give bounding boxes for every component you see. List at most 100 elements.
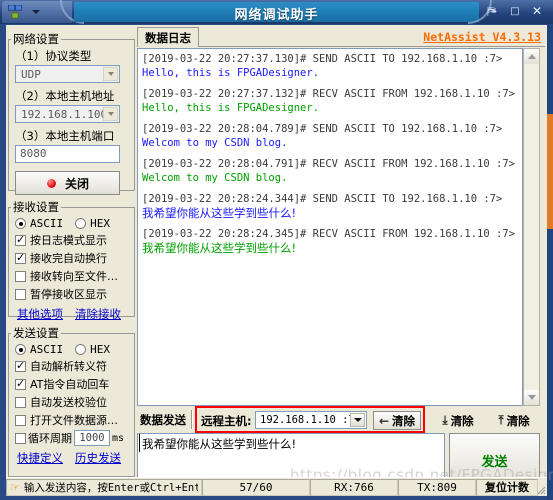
clear-receive-label: 清除	[450, 413, 474, 428]
protocol-type-label: （1）协议类型	[15, 49, 92, 63]
log-entry-body: 我希望你能从这些学到些什么!	[142, 206, 297, 220]
clear-receive-button[interactable]: ⤓ 清除	[432, 411, 484, 430]
log-entry-header: [2019-03-22 20:27:37.132]# RECV ASCII FR…	[142, 88, 515, 100]
clear-host-label: 清除	[392, 413, 416, 428]
send-loop-input[interactable]: 1000	[74, 430, 110, 446]
status-hint-cell: ☞ 输入发送内容，按Enter或Ctrl+Enter自	[6, 478, 202, 496]
status-tx-cell: TX:809	[398, 478, 476, 496]
receive-pause-row[interactable]: 暂停接收区显示	[15, 286, 134, 302]
window-controls: – □ ✕	[486, 4, 548, 20]
send-loop-row[interactable]: 循环周期 1000 ms	[15, 430, 134, 446]
send-history-link[interactable]: 历史发送	[75, 450, 121, 466]
log-entry-header: [2019-03-22 20:28:04.789]# SEND ASCII TO…	[142, 123, 503, 135]
send-escape-checkbox[interactable]	[15, 359, 26, 372]
status-hint-text: 输入发送内容，按Enter或Ctrl+Enter自	[23, 481, 198, 494]
close-button[interactable]: ✕	[529, 4, 545, 20]
other-options-link[interactable]: 其他选项	[17, 306, 63, 322]
protocol-type-select[interactable]: UDP	[15, 65, 120, 83]
send-at-cr-checkbox[interactable]	[15, 377, 26, 390]
local-address-value: 192.168.1.100	[21, 107, 108, 121]
log-entry-header: [2019-03-22 20:28:24.344]# SEND ASCII TO…	[142, 193, 503, 205]
log-entry-header: [2019-03-22 20:28:04.791]# RECV ASCII FR…	[142, 158, 515, 170]
log-content: [2019-03-22 20:27:37.130]# SEND ASCII TO…	[138, 49, 522, 255]
version-label[interactable]: NetAssist V4.3.13	[423, 30, 541, 44]
receive-format-row: ASCII HEX	[15, 217, 134, 230]
arrow-up-icon: ⤒	[498, 413, 504, 427]
tab-data-log[interactable]: 数据日志	[137, 27, 199, 47]
resize-grip-icon[interactable]	[534, 483, 546, 495]
send-file-source-checkbox[interactable]	[15, 414, 26, 426]
status-counter-cell: 57/60	[202, 478, 310, 496]
scroll-down-button[interactable]	[524, 390, 539, 405]
send-settings-group: 发送设置 ASCII HEX 自动解析转义符 AT指令自动回车	[8, 325, 135, 477]
receive-ascii-label: ASCII	[30, 217, 64, 230]
receive-auto-newline-checkbox[interactable]	[15, 251, 26, 264]
send-file-source-row[interactable]: 打开文件数据源…	[15, 412, 134, 428]
local-address-select[interactable]: 192.168.1.100	[15, 105, 120, 123]
shortcut-define-link[interactable]: 快捷定义	[17, 450, 63, 466]
receive-pause-label: 暂停接收区显示	[30, 288, 107, 301]
receive-links-row: 其他选项 清除接收	[17, 306, 134, 322]
receive-hex-radio[interactable]	[75, 218, 87, 229]
receive-auto-newline-row[interactable]: 接收完自动换行	[15, 250, 134, 266]
send-control-bar: 数据发送 远程主机: 192.168.1.10 :7 ← 清除 ⤓ 清除 ⤒ 清…	[137, 406, 545, 433]
receive-pause-checkbox[interactable]	[15, 288, 26, 300]
send-escape-label: 自动解析转义符	[30, 360, 107, 373]
send-at-cr-row[interactable]: AT指令自动回车	[15, 376, 134, 392]
receive-ascii-radio[interactable]	[15, 218, 26, 229]
send-ascii-label: ASCII	[30, 343, 64, 356]
data-log-view[interactable]: [2019-03-22 20:27:37.130]# SEND ASCII TO…	[137, 48, 523, 406]
data-send-label: 数据发送	[140, 413, 186, 427]
title-bar: 网络调试助手 ⛿ – □ ✕	[0, 0, 553, 24]
log-entry-gap	[142, 220, 522, 227]
clear-receive-link[interactable]: 清除接收	[75, 306, 121, 322]
log-scrollbar[interactable]	[523, 48, 540, 406]
receive-log-mode-row[interactable]: 按日志模式显示	[15, 232, 134, 248]
receive-log-mode-checkbox[interactable]	[15, 233, 26, 246]
arrow-left-icon: ←	[378, 413, 390, 428]
minimize-button[interactable]: –	[486, 4, 502, 20]
chevron-down-icon[interactable]	[350, 413, 365, 427]
network-icon	[8, 5, 23, 19]
control-divider	[191, 410, 193, 429]
send-settings-legend: 发送设置	[13, 326, 59, 340]
window-title: 网络调试助手	[234, 8, 319, 23]
connection-toggle-label: 关闭	[64, 176, 89, 191]
remote-host-label: 远程主机:	[201, 414, 252, 428]
local-port-label: （3）本地主机端口	[15, 129, 115, 143]
send-format-row: ASCII HEX	[15, 343, 134, 356]
send-escape-row[interactable]: 自动解析转义符	[15, 358, 134, 374]
receive-to-file-checkbox[interactable]	[15, 270, 26, 282]
chevron-down-icon[interactable]	[32, 10, 40, 14]
send-ascii-radio[interactable]	[15, 344, 26, 355]
receive-log-mode-label: 按日志模式显示	[30, 234, 107, 247]
outer-scrollbar[interactable]	[547, 24, 553, 500]
send-at-cr-label: AT指令自动回车	[30, 378, 110, 391]
outer-scrollbar-thumb[interactable]	[547, 114, 553, 229]
settings-sidebar: 网络设置 （1）协议类型 UDP （2）本地主机地址 192.168.1.100…	[8, 27, 135, 489]
reset-counter-button[interactable]: 复位计数	[476, 478, 538, 496]
maximize-button[interactable]: □	[507, 4, 523, 20]
send-checksum-checkbox[interactable]	[15, 396, 26, 408]
chevron-down-icon[interactable]	[103, 107, 118, 121]
send-hex-radio[interactable]	[75, 344, 87, 355]
send-loop-unit: ms	[112, 432, 125, 444]
log-entry-body: Welcom to my CSDN blog.	[142, 137, 288, 149]
send-checksum-row[interactable]: 自动发送校验位	[15, 394, 134, 410]
clear-send-button[interactable]: ⤒ 清除	[488, 411, 540, 430]
local-port-input[interactable]: 8080	[15, 145, 120, 163]
log-entry-header: [2019-03-22 20:28:24.345]# RECV ASCII FR…	[142, 228, 515, 240]
scroll-up-button[interactable]	[524, 49, 539, 64]
status-rx-cell: RX:766	[310, 478, 398, 496]
send-loop-checkbox[interactable]	[15, 432, 26, 444]
remote-host-select[interactable]: 192.168.1.10 :7	[255, 411, 367, 429]
main-panel: 数据日志 NetAssist V4.3.13 [2019-03-22 20:27…	[137, 27, 545, 489]
chevron-down-icon[interactable]	[103, 67, 118, 81]
send-loop-label: 循环周期	[28, 432, 72, 445]
receive-to-file-row[interactable]: 接收转向至文件…	[15, 268, 134, 284]
clear-host-button[interactable]: ← 清除	[373, 411, 421, 430]
receive-hex-label: HEX	[90, 217, 110, 230]
connection-toggle-button[interactable]: 关闭	[15, 171, 120, 195]
tab-strip: 数据日志 NetAssist V4.3.13	[137, 27, 545, 47]
network-settings-group: 网络设置 （1）协议类型 UDP （2）本地主机地址 192.168.1.100…	[8, 31, 135, 195]
